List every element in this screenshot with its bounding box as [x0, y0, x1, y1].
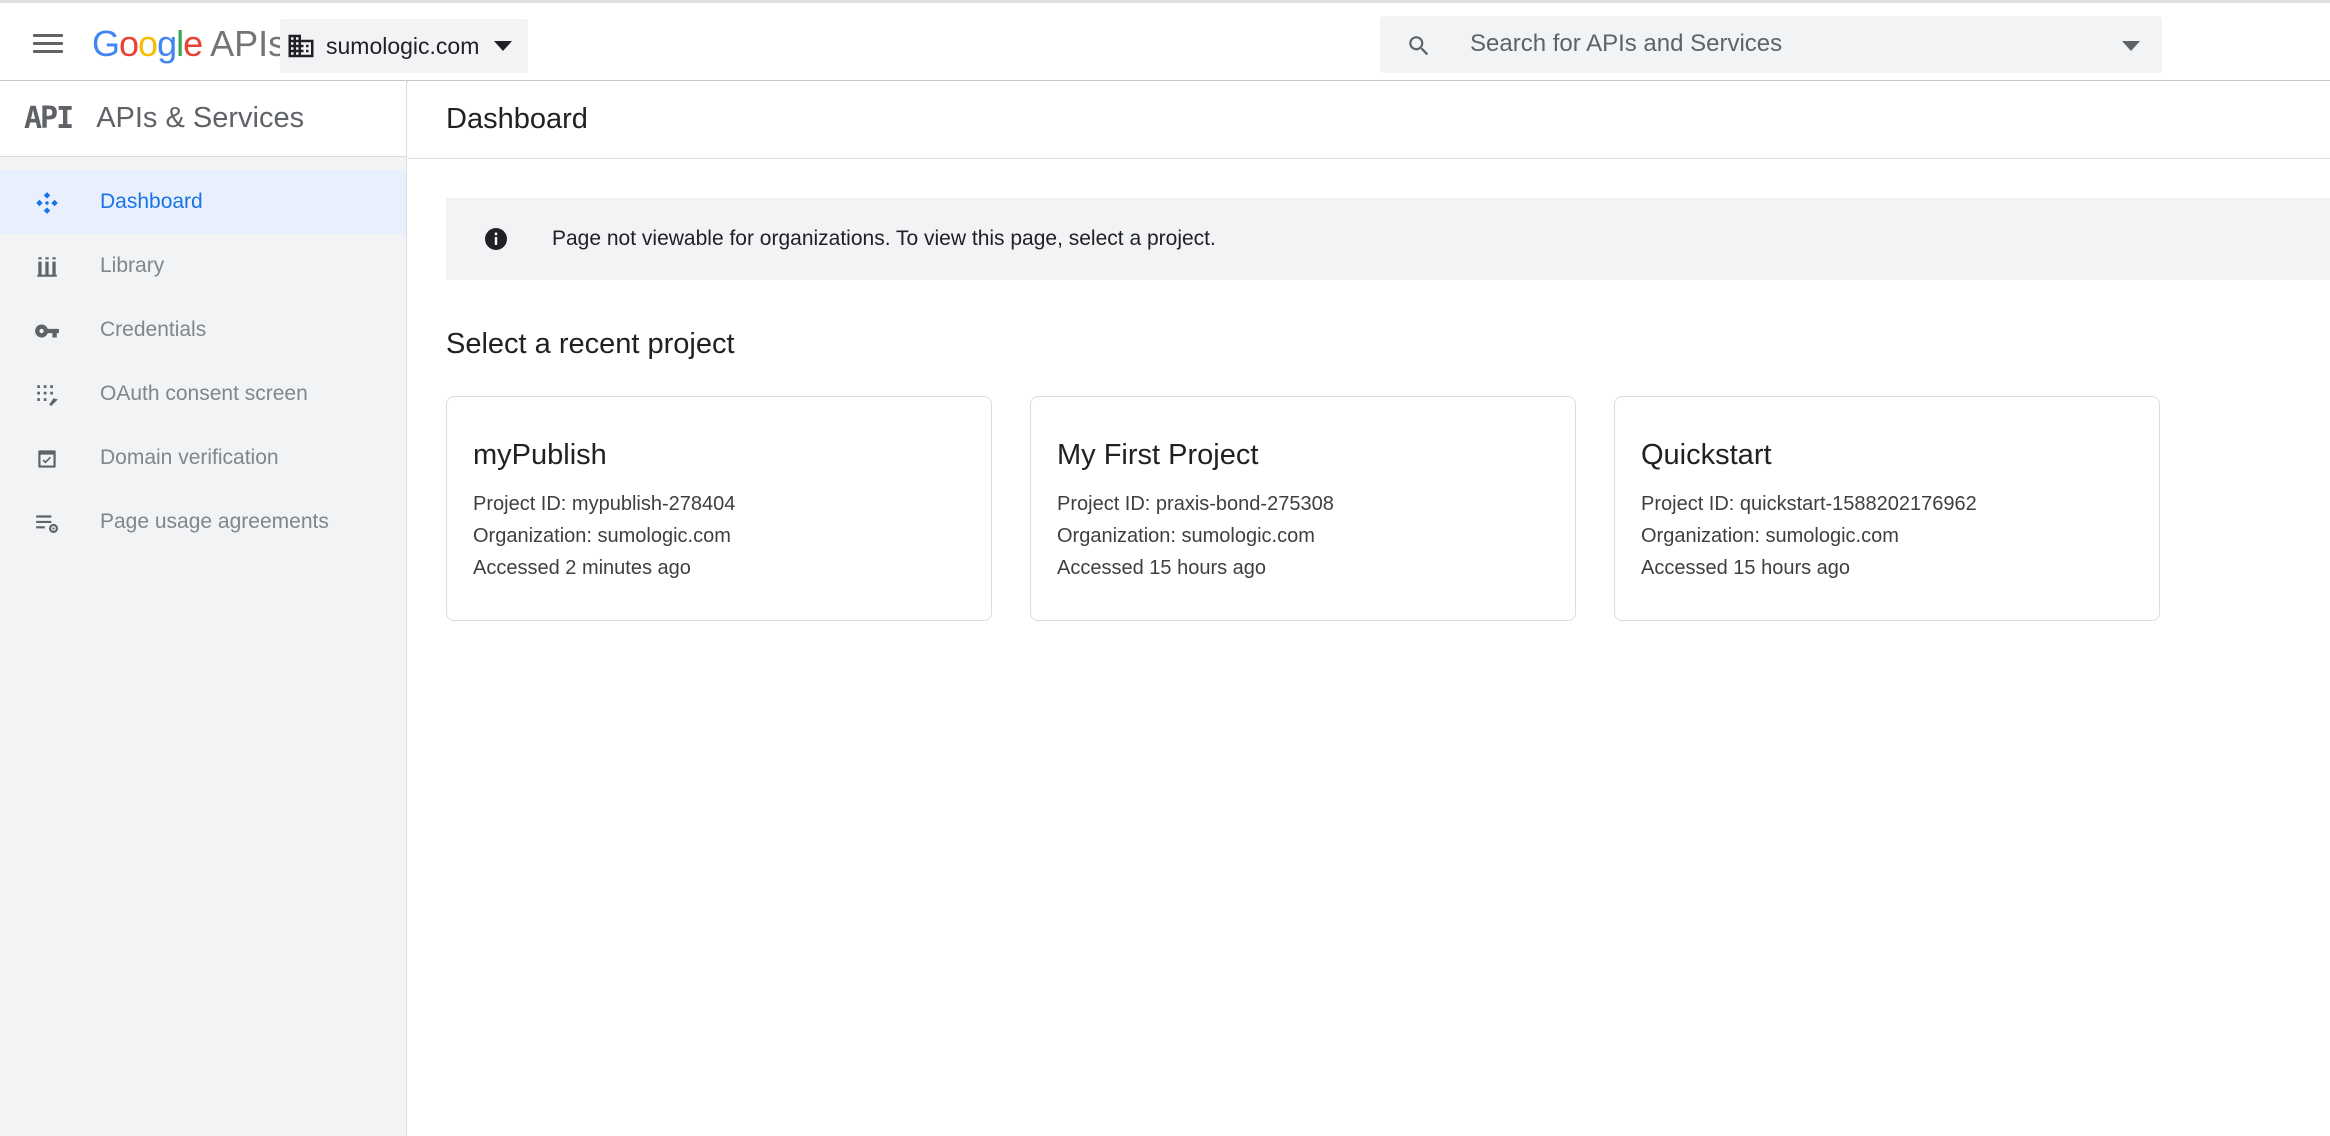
search-bar[interactable] — [1380, 16, 2162, 73]
project-card-my-first-project[interactable]: My First Project Project ID: praxis-bond… — [1030, 396, 1576, 621]
library-icon — [37, 257, 57, 277]
sidebar-item-credentials[interactable]: Credentials — [0, 298, 406, 362]
project-name: My First Project — [1057, 439, 1259, 471]
info-icon — [485, 228, 507, 250]
top-app-bar: Google APIs sumologic.com — [0, 0, 2330, 81]
settings-list-icon — [36, 515, 59, 533]
sidebar-item-label: Dashboard — [100, 190, 203, 213]
search-dropdown-icon[interactable] — [2122, 41, 2140, 51]
search-icon — [1409, 36, 1429, 56]
sidebar-item-label: OAuth consent screen — [100, 382, 308, 405]
sidebar-title: APIs & Services — [96, 102, 305, 134]
main-menu-icon[interactable] — [28, 29, 68, 59]
sidebar-item-label: Library — [100, 254, 165, 277]
project-card-mypublish[interactable]: myPublish Project ID: mypublish-278404 O… — [446, 396, 992, 621]
project-accessed: Accessed 2 minutes ago — [473, 557, 691, 579]
sidebar-item-oauth-consent-screen[interactable]: OAuth consent screen — [0, 362, 406, 426]
logo-apis-text: APIs — [210, 23, 287, 64]
domain-verification-icon — [38, 450, 56, 468]
sidebar-item-dashboard[interactable]: Dashboard — [0, 170, 406, 234]
project-id: Project ID: praxis-bond-275308 — [1057, 493, 1334, 515]
project-card-quickstart[interactable]: Quickstart Project ID: quickstart-158820… — [1614, 396, 2160, 621]
sidebar-item-label: Credentials — [100, 318, 207, 341]
project-organization: Organization: sumologic.com — [1057, 525, 1315, 547]
chevron-down-icon — [494, 41, 512, 51]
info-banner: Page not viewable for organizations. To … — [446, 198, 2330, 280]
project-organization: Organization: sumologic.com — [473, 525, 731, 547]
key-icon — [35, 324, 59, 338]
main-content: Dashboard Page not viewable for organiza… — [408, 81, 2330, 1136]
oauth-consent-icon — [37, 385, 58, 406]
sidebar-item-page-usage-agreements[interactable]: Page usage agreements — [0, 490, 406, 554]
dashboard-icon — [36, 192, 58, 214]
sidebar-item-library[interactable]: Library — [0, 234, 406, 298]
page-header: Dashboard — [408, 81, 2330, 159]
organization-selector[interactable]: sumologic.com — [280, 19, 528, 73]
logo-letter: o — [138, 23, 158, 64]
sidebar: API APIs & Services Dashboard Library Cr… — [0, 81, 407, 1136]
banner-message: Page not viewable for organizations. To … — [552, 227, 1216, 250]
logo-letter: G — [92, 23, 120, 64]
google-apis-logo[interactable]: Google APIs — [92, 23, 286, 65]
building-icon — [288, 34, 314, 58]
section-title: Select a recent project — [446, 328, 735, 360]
project-accessed: Accessed 15 hours ago — [1057, 557, 1267, 579]
sidebar-item-label: Page usage agreements — [100, 510, 329, 533]
logo-letter: e — [183, 23, 203, 64]
project-id: Project ID: mypublish-278404 — [473, 493, 736, 515]
page-title: Dashboard — [446, 103, 588, 135]
sidebar-header: API APIs & Services — [0, 81, 406, 157]
project-id: Project ID: quickstart-1588202176962 — [1641, 493, 1977, 515]
sidebar-item-label: Domain verification — [100, 446, 279, 469]
logo-letter: g — [157, 23, 177, 64]
logo-letter: o — [119, 23, 139, 64]
project-organization: Organization: sumologic.com — [1641, 525, 1899, 547]
sidebar-nav: Dashboard Library Credentials OAuth cons… — [0, 170, 406, 554]
sidebar-item-domain-verification[interactable]: Domain verification — [0, 426, 406, 490]
api-icon: API — [24, 101, 74, 136]
organization-name: sumologic.com — [326, 32, 480, 59]
search-input[interactable] — [1470, 24, 2070, 64]
project-accessed: Accessed 15 hours ago — [1641, 557, 1851, 579]
project-name: myPublish — [473, 439, 607, 471]
project-name: Quickstart — [1641, 439, 1772, 471]
